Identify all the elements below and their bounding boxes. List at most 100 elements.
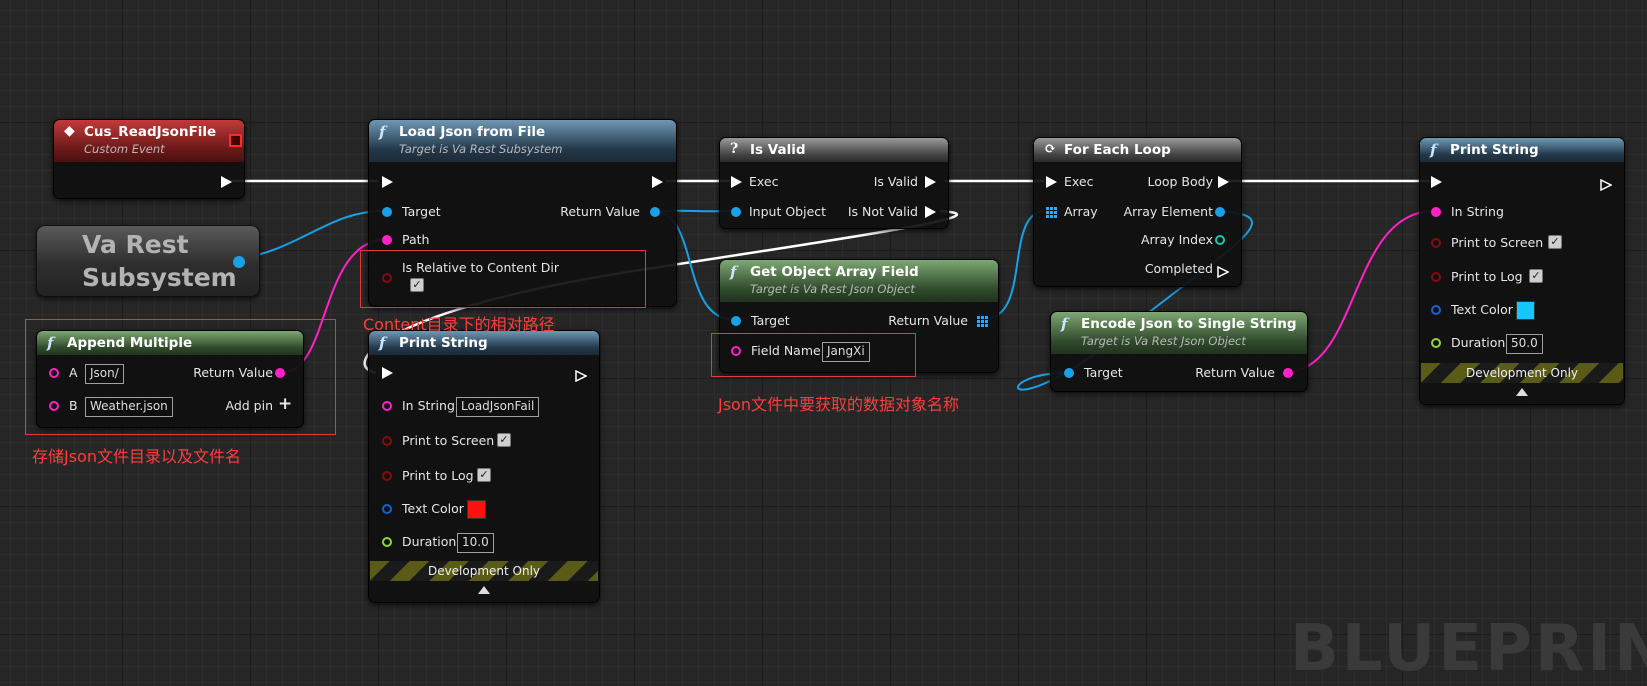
is-valid-node[interactable]: ? Is Valid Exec Is Valid Input Object Is…: [719, 137, 949, 229]
duration-pin[interactable]: [382, 537, 392, 547]
function-icon: f: [1430, 141, 1437, 159]
load-return-pin[interactable]: [650, 207, 660, 217]
load-json-header: f Load Json from File Target is Va Rest …: [369, 120, 676, 162]
function-icon: f: [730, 263, 737, 281]
completed-label: Completed: [1144, 261, 1213, 276]
annotation-box-append: [25, 319, 336, 435]
loop-body-exec-pin[interactable]: [1218, 176, 1229, 188]
print-string-title: Print String: [1450, 142, 1539, 158]
array-element-pin[interactable]: [1215, 207, 1225, 217]
print-log-checkbox[interactable]: ✓: [1529, 269, 1543, 283]
duration-field[interactable]: 50.0: [1506, 334, 1543, 354]
exec-label: Exec: [1064, 174, 1094, 189]
completed-exec-pin[interactable]: [1217, 263, 1230, 279]
encode-return-label: Return Value: [1195, 365, 1275, 380]
exec-in-pin[interactable]: [1046, 176, 1057, 188]
development-only-bar: Development Only: [370, 561, 598, 581]
annotation-content-dir: Content目录下的相对路径: [363, 315, 555, 334]
exec-hollow-icon: [575, 369, 588, 383]
path-input-pin[interactable]: [382, 235, 392, 245]
in-string-label: In String: [402, 398, 455, 413]
annotation-box-field-name: [711, 333, 916, 377]
event-diamond-icon: ◆: [64, 123, 75, 139]
text-color-swatch[interactable]: [467, 500, 486, 519]
exec-in-pin[interactable]: [1431, 176, 1442, 188]
exec-hollow-icon: [1600, 178, 1613, 192]
target-input-pin[interactable]: [731, 316, 741, 326]
function-icon: f: [1061, 315, 1068, 333]
for-each-loop-node[interactable]: ⟳ For Each Loop Exec Loop Body Array Arr…: [1033, 137, 1242, 287]
encode-json-subtitle: Target is Va Rest Json Object: [1081, 334, 1246, 348]
loop-body-label: Loop Body: [1147, 174, 1213, 189]
print-log-pin[interactable]: [382, 471, 392, 481]
custom-event-node[interactable]: ◆ Cus_ReadJsonFile Custom Event: [53, 119, 245, 199]
print-fail-title: Print String: [399, 335, 488, 351]
question-icon: ?: [730, 141, 739, 157]
va-rest-subsystem-node[interactable]: Va Rest Subsystem: [36, 225, 260, 297]
get-array-return-label: Return Value: [888, 313, 968, 328]
encode-return-pin[interactable]: [1283, 368, 1293, 378]
target-input-pin[interactable]: [1064, 368, 1074, 378]
duration-pin[interactable]: [1431, 338, 1441, 348]
target-input-pin[interactable]: [382, 207, 392, 217]
print-log-checkbox[interactable]: ✓: [477, 468, 491, 482]
array-element-label: Array Element: [1123, 204, 1213, 219]
duration-label: Duration: [1451, 335, 1506, 350]
exec-out-pin[interactable]: [1600, 176, 1613, 192]
array-label: Array: [1064, 204, 1098, 219]
input-object-label: Input Object: [749, 204, 827, 219]
print-screen-pin[interactable]: [382, 436, 392, 446]
is-valid-header: ? Is Valid: [720, 138, 948, 162]
load-return-label: Return Value: [560, 204, 640, 219]
in-string-field[interactable]: LoadJsonFail: [456, 397, 540, 417]
in-string-pin[interactable]: [382, 401, 392, 411]
is-valid-title: Is Valid: [750, 142, 806, 158]
function-icon: f: [379, 334, 386, 352]
blueprint-watermark: BLUEPRINT: [1290, 612, 1647, 686]
print-screen-checkbox[interactable]: ✓: [1548, 235, 1562, 249]
path-label: Path: [402, 232, 430, 247]
exec-out-pin[interactable]: [575, 367, 588, 383]
in-string-pin[interactable]: [1431, 207, 1441, 217]
print-string-node[interactable]: f Print String In String Print to Screen…: [1419, 137, 1625, 405]
subsystem-out-pin[interactable]: [233, 256, 245, 268]
collapse-arrow-icon[interactable]: [478, 586, 490, 594]
exec-label: Exec: [749, 174, 779, 189]
delegate-pin-icon[interactable]: [229, 134, 242, 147]
exec-in-pin[interactable]: [382, 176, 393, 188]
input-object-pin[interactable]: [731, 207, 741, 217]
print-screen-label: Print to Screen: [402, 433, 495, 448]
encode-json-node[interactable]: f Encode Json to Single String Target is…: [1050, 311, 1308, 392]
is-not-valid-exec-pin[interactable]: [925, 206, 936, 218]
collapse-arrow-icon[interactable]: [1516, 388, 1528, 396]
array-return-pin-icon[interactable]: [977, 316, 988, 327]
exec-out-pin[interactable]: [221, 176, 232, 188]
array-index-pin[interactable]: [1215, 235, 1225, 245]
array-input-pin-icon[interactable]: [1046, 207, 1057, 218]
function-icon: f: [379, 123, 386, 141]
print-screen-checkbox[interactable]: ✓: [497, 433, 511, 447]
text-color-swatch[interactable]: [1516, 301, 1535, 320]
text-color-pin[interactable]: [382, 504, 392, 514]
exec-out-pin[interactable]: [652, 176, 663, 188]
is-valid-exec-pin[interactable]: [925, 176, 936, 188]
string-wire: [1287, 209, 1436, 373]
exec-in-pin[interactable]: [382, 367, 393, 379]
duration-field[interactable]: 10.0: [457, 533, 494, 553]
print-log-pin[interactable]: [1431, 272, 1441, 282]
duration-label: Duration: [402, 534, 457, 549]
for-each-title: For Each Loop: [1064, 142, 1171, 158]
print-screen-pin[interactable]: [1431, 238, 1441, 248]
development-only-bar: Development Only: [1421, 363, 1623, 383]
annotation-json-object: Json文件中要获取的数据对象名称: [718, 395, 959, 414]
encode-json-title: Encode Json to Single String: [1081, 316, 1297, 332]
get-array-title: Get Object Array Field: [750, 264, 919, 280]
print-string-fail-node[interactable]: f Print String In String LoadJsonFail Pr…: [368, 330, 600, 603]
print-string-header: f Print String: [1420, 138, 1624, 162]
target-label: Target: [751, 313, 790, 328]
loop-icon: ⟳: [1044, 141, 1056, 157]
custom-event-title: Cus_ReadJsonFile: [84, 124, 217, 140]
exec-in-pin[interactable]: [731, 176, 742, 188]
in-string-label: In String: [1451, 204, 1504, 219]
text-color-pin[interactable]: [1431, 305, 1441, 315]
